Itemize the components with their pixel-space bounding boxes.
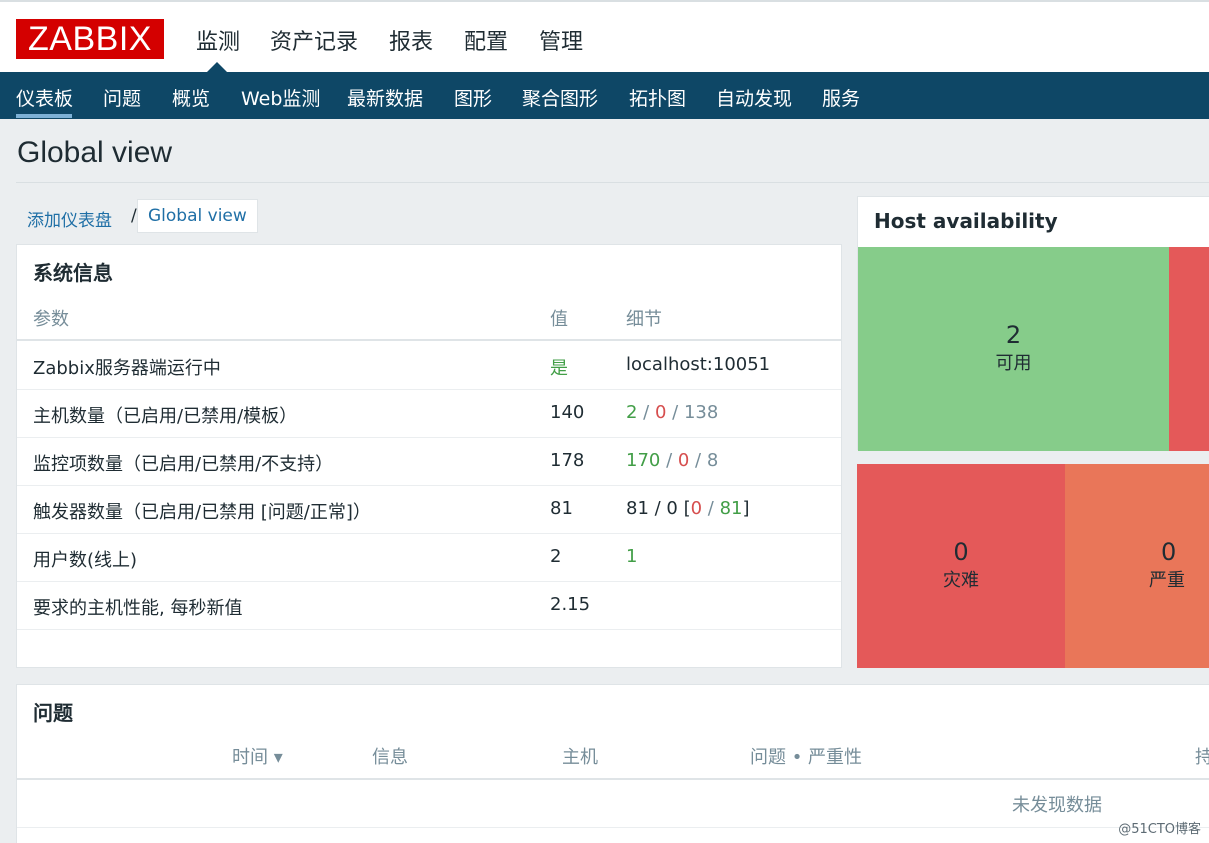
table-row: 主机数量（已启用/已禁用/模板） 140 2 / 0 / 138 — [17, 390, 841, 438]
sub-menu-graphs[interactable]: 图形 — [454, 84, 492, 111]
high-severity-tile[interactable]: 0 严重 — [1065, 464, 1209, 668]
watermark: @51CTO博客 — [1118, 822, 1201, 837]
table-row: 用户数(线上) 2 1 — [17, 534, 841, 582]
page-title: Global view — [17, 136, 173, 169]
sub-menu-dashboard[interactable]: 仪表板 — [16, 84, 73, 111]
header-info: 信息 — [372, 747, 408, 768]
available-label: 可用 — [995, 353, 1032, 374]
row-value: 2.15 — [550, 594, 591, 615]
no-data-text: 未发现数据 — [1012, 795, 1102, 816]
table-row: 监控项数量（已启用/已禁用/不支持） 178 170 / 0 / 8 — [17, 438, 841, 486]
available-hosts-tile[interactable]: 2 可用 — [858, 247, 1169, 451]
disaster-count: 0 — [953, 538, 969, 566]
breadcrumb-add-dashboard[interactable]: 添加仪表盘 — [27, 211, 112, 231]
online-users-count: 1 — [626, 546, 638, 567]
enabled-count: 81 — [626, 498, 649, 519]
header-details: 细节 — [626, 309, 662, 330]
problems-header: 时间 ▾ 信息 主机 问题 • 严重性 持 — [17, 733, 1209, 780]
row-param: 触发器数量（已启用/已禁用 [问题/正常]） — [33, 502, 371, 523]
sub-menu-screens[interactable]: 聚合图形 — [522, 84, 598, 111]
problems-title: 问题 — [33, 701, 73, 725]
header-problem-severity: 问题 • 严重性 — [750, 747, 863, 768]
row-details: 2 / 0 / 138 — [626, 402, 719, 423]
enabled-count: 2 — [626, 402, 638, 423]
breadcrumb-separator: / — [131, 206, 137, 226]
sub-menu-web[interactable]: Web监测 — [241, 84, 320, 111]
system-info-title: 系统信息 — [33, 261, 113, 285]
header-time-sort[interactable]: 时间 ▾ — [232, 743, 283, 769]
main-menu-inventory[interactable]: 资产记录 — [270, 24, 358, 56]
row-value: 是 — [550, 358, 568, 379]
system-info-header: 参数 值 细节 — [17, 293, 841, 341]
unavailable-hosts-tile[interactable] — [1169, 247, 1209, 451]
row-param: 主机数量（已启用/已禁用/模板） — [33, 406, 298, 427]
available-count: 2 — [1005, 321, 1022, 349]
sub-menu-problems[interactable]: 问题 — [103, 84, 141, 111]
table-row: 要求的主机性能, 每秒新值 2.15 — [17, 582, 841, 630]
header-value: 值 — [550, 309, 568, 330]
sub-menu-overview[interactable]: 概览 — [172, 84, 210, 111]
problems-widget: 问题 时间 ▾ 信息 主机 问题 • 严重性 持 未发现数据 — [16, 684, 1209, 843]
system-info-widget: 系统信息 参数 值 细节 Zabbix服务器端运行中 是 localhost:1… — [16, 244, 842, 668]
breadcrumb-current-dashboard[interactable]: Global view — [137, 199, 258, 233]
problem-count: 0 — [690, 498, 703, 519]
disaster-label: 灾难 — [943, 570, 979, 591]
row-details: 81 / 0 [0 / 81] — [626, 498, 750, 519]
empty-row: 未发现数据 — [17, 781, 1209, 828]
header-duration: 持 — [1195, 747, 1209, 768]
main-menu-reports[interactable]: 报表 — [389, 24, 433, 56]
main-menu-administration[interactable]: 管理 — [539, 24, 583, 56]
row-value: 178 — [550, 450, 585, 471]
header-host: 主机 — [562, 747, 598, 768]
header-param: 参数 — [33, 309, 69, 330]
top-bar: ZABBIX 监测 资产记录 报表 配置 管理 — [0, 0, 1209, 74]
enabled-count: 170 — [626, 450, 661, 471]
main-menu-monitoring[interactable]: 监测 — [196, 24, 240, 56]
table-row: 触发器数量（已启用/已禁用 [问题/正常]） 81 81 / 0 [0 / 81… — [17, 486, 841, 534]
row-value: 2 — [550, 546, 562, 567]
host-availability-widget: Host availability 2 可用 — [857, 196, 1209, 451]
ok-count: 81 — [719, 498, 743, 519]
zabbix-logo[interactable]: ZABBIX — [16, 19, 164, 59]
host-availability-title: Host availability — [874, 209, 1058, 233]
row-param: 监控项数量（已启用/已禁用/不支持） — [33, 454, 334, 475]
row-value: 140 — [550, 402, 585, 423]
sub-menu-maps[interactable]: 拓扑图 — [629, 84, 686, 111]
disabled-count: 0 — [677, 450, 690, 471]
disaster-severity-tile[interactable]: 0 灾难 — [857, 464, 1065, 668]
row-param: 要求的主机性能, 每秒新值 — [33, 598, 243, 619]
unsupported-count: 8 — [706, 450, 719, 471]
row-details: 170 / 0 / 8 — [626, 450, 719, 471]
high-label: 严重 — [1149, 570, 1185, 591]
sub-menu-services[interactable]: 服务 — [822, 84, 860, 111]
disabled-count: 0 — [666, 498, 678, 519]
row-details: localhost:10051 — [626, 354, 771, 375]
main-menu-configuration[interactable]: 配置 — [464, 24, 508, 56]
sub-menu: 仪表板 问题 概览 Web监测 最新数据 图形 聚合图形 拓扑图 自动发现 服务 — [0, 72, 1209, 119]
row-param: Zabbix服务器端运行中 — [33, 358, 221, 379]
breadcrumb: 添加仪表盘 / Global view — [27, 199, 258, 233]
high-count: 0 — [1161, 538, 1177, 566]
title-divider — [16, 182, 1209, 183]
disabled-count: 0 — [654, 402, 667, 423]
active-tab-underline — [16, 114, 72, 118]
sub-menu-latest-data[interactable]: 最新数据 — [347, 84, 423, 111]
row-value: 81 — [550, 498, 573, 519]
table-row: Zabbix服务器端运行中 是 localhost:10051 — [17, 342, 841, 390]
sub-menu-discovery[interactable]: 自动发现 — [716, 84, 792, 111]
row-param: 用户数(线上) — [33, 550, 138, 571]
template-count: 138 — [683, 402, 719, 423]
